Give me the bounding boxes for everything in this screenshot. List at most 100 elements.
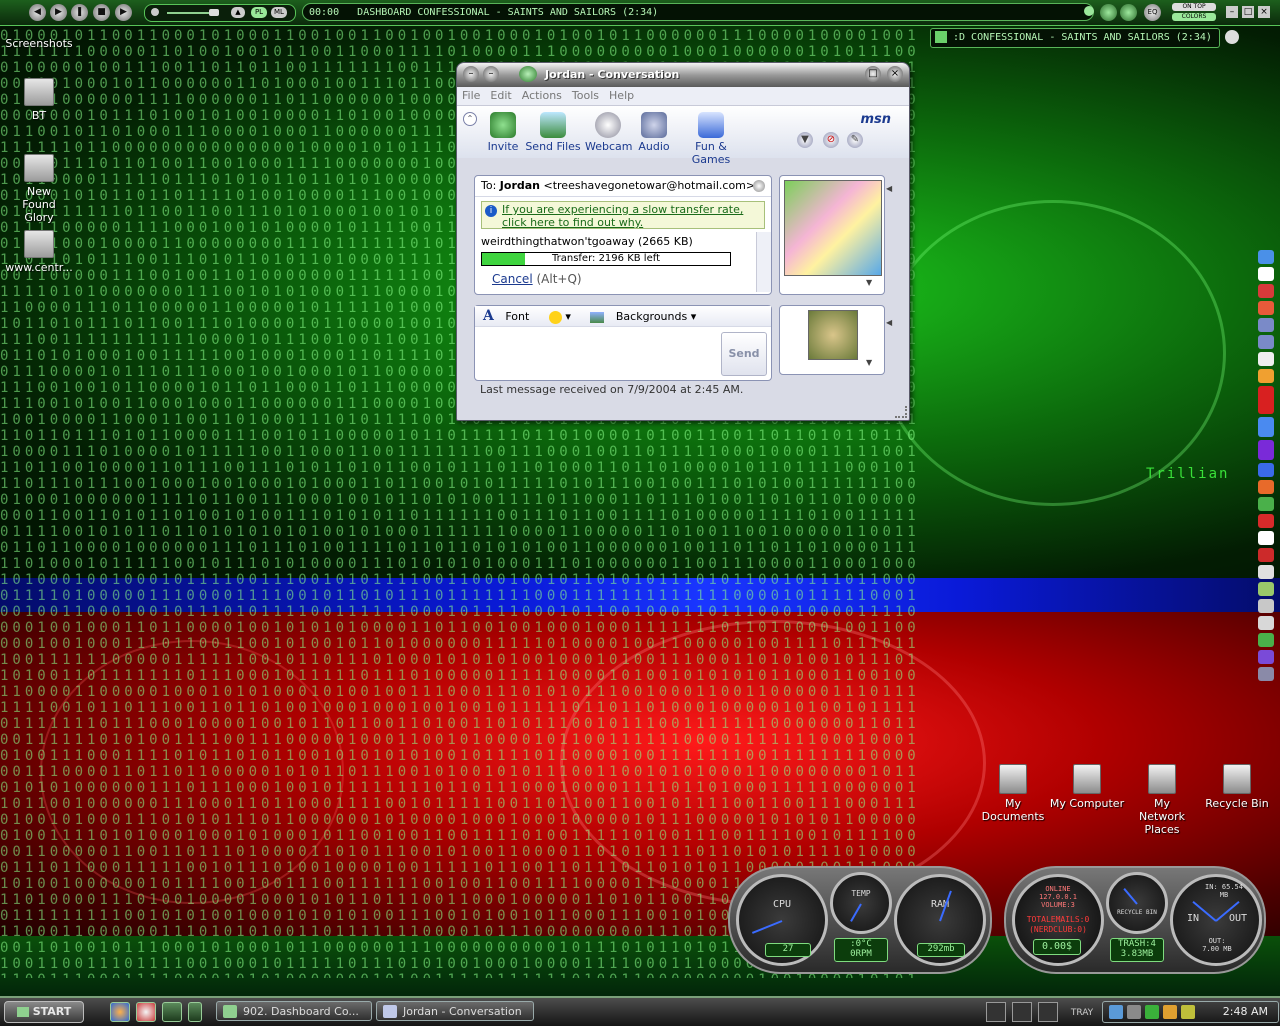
desktop-icon-my-network-places[interactable]: My Network Places xyxy=(1123,764,1201,836)
clock[interactable]: 2:48 AM xyxy=(1223,1002,1268,1022)
app-icon[interactable] xyxy=(1258,531,1274,545)
volume-icon[interactable] xyxy=(1127,1005,1141,1019)
quicklaunch-icon[interactable] xyxy=(162,1002,182,1022)
close-icon[interactable]: × xyxy=(1258,6,1270,18)
emoticon-button[interactable]: ▾ xyxy=(541,307,571,327)
desktop-icon-my-computer[interactable]: My Computer xyxy=(1048,764,1126,810)
window-menu-icon[interactable]: – xyxy=(463,66,479,82)
app-icon[interactable] xyxy=(1258,352,1274,366)
task-msn-conversation[interactable]: Jordan - Conversation xyxy=(376,1001,534,1021)
contact-card-icon[interactable] xyxy=(753,180,765,192)
repeat-icon[interactable] xyxy=(1120,4,1137,21)
firefox-icon[interactable] xyxy=(110,1002,130,1022)
track-display[interactable]: 00:00 DASHBOARD CONFESSIONAL - SAINTS AN… xyxy=(302,3,1094,21)
mini-player[interactable]: :D CONFESSIONAL - SAINTS AND SAILORS (2:… xyxy=(930,28,1239,48)
invite-button[interactable]: Invite xyxy=(483,112,523,153)
trillian-tray-icon[interactable] xyxy=(1163,1005,1177,1019)
colors-button[interactable]: COLORS xyxy=(1172,13,1216,21)
app-icon[interactable] xyxy=(1258,650,1274,664)
stop-icon[interactable]: ■ xyxy=(93,4,110,21)
contact-display-picture[interactable] xyxy=(784,180,882,276)
audio-button[interactable]: Audio xyxy=(637,112,671,153)
desktop-icon-recycle-bin[interactable]: Recycle Bin xyxy=(1198,764,1276,810)
minimize-icon[interactable]: – xyxy=(483,66,499,82)
app-icon[interactable] xyxy=(1258,386,1274,414)
media-library-button[interactable]: ML xyxy=(271,7,287,18)
app-icon[interactable] xyxy=(1258,667,1274,681)
app-icon[interactable] xyxy=(1258,497,1274,511)
maximize-icon[interactable]: □ xyxy=(865,66,881,82)
conversation-scrollbar[interactable] xyxy=(756,232,771,292)
send-files-button[interactable]: Send Files xyxy=(525,112,581,153)
app-icon[interactable] xyxy=(1258,463,1274,477)
network-icon[interactable] xyxy=(1109,1005,1123,1019)
pen-icon[interactable]: ✎ xyxy=(847,132,863,148)
pen-icon[interactable] xyxy=(986,1002,1006,1022)
app-icon[interactable] xyxy=(1258,284,1274,298)
previous-icon[interactable]: ◀ xyxy=(29,4,46,21)
slow-transfer-link[interactable]: If you are experiencing a slow transfer … xyxy=(502,203,743,229)
pause-icon[interactable]: ❚ xyxy=(71,4,88,21)
monitor-icon[interactable] xyxy=(1012,1002,1032,1022)
app-icon[interactable] xyxy=(1258,616,1274,630)
menu-icon[interactable] xyxy=(1225,30,1239,44)
task-winamp[interactable]: 902. Dashboard Co... xyxy=(216,1001,372,1021)
app-icon[interactable] xyxy=(1258,301,1274,315)
window-icon[interactable] xyxy=(1038,1002,1058,1022)
desktop-icon-new-found-glory[interactable]: New Found Glory xyxy=(0,154,78,224)
app-icon[interactable] xyxy=(1258,548,1274,562)
pencil-tray-icon[interactable] xyxy=(1181,1005,1195,1019)
next-icon[interactable]: ▶ xyxy=(115,4,132,21)
font-button[interactable]: A Font xyxy=(483,306,529,327)
shuffle-icon[interactable] xyxy=(1100,4,1117,21)
collapse-icon[interactable]: ◀ xyxy=(886,318,892,327)
app-icon[interactable] xyxy=(1258,417,1274,437)
seek-knob[interactable] xyxy=(1084,6,1094,16)
volume-thumb[interactable] xyxy=(209,9,219,16)
quicklaunch-more-icon[interactable] xyxy=(188,1002,202,1022)
app-icon[interactable] xyxy=(1258,369,1274,383)
eq-button[interactable]: EQ xyxy=(1144,4,1161,21)
desktop-icon-my-documents[interactable]: My Documents xyxy=(974,764,1052,823)
app-icon[interactable] xyxy=(1258,514,1274,528)
close-icon[interactable]: × xyxy=(887,66,903,82)
playlist-button[interactable]: PL xyxy=(251,7,267,18)
toolbar-toggle-icon[interactable]: ⌃ xyxy=(463,112,477,126)
app-icon[interactable] xyxy=(1258,565,1274,579)
chevron-down-icon[interactable]: ▼ xyxy=(797,132,813,148)
my-display-picture[interactable] xyxy=(808,310,858,360)
maximize-icon[interactable]: □ xyxy=(1242,6,1254,18)
app-icon[interactable] xyxy=(1258,250,1274,264)
desktop-icon-bt[interactable]: BT xyxy=(0,78,78,122)
menu-edit[interactable]: Edit xyxy=(485,87,516,104)
app-icon[interactable] xyxy=(1258,582,1274,596)
collapse-icon[interactable]: ◀ xyxy=(886,184,892,193)
on-top-button[interactable]: ON TOP xyxy=(1172,3,1216,11)
minimize-icon[interactable]: – xyxy=(1226,6,1238,18)
chevron-down-icon[interactable]: ▼ xyxy=(866,358,872,367)
app-icon[interactable] xyxy=(1258,335,1274,349)
cancel-link[interactable]: Cancel xyxy=(492,272,533,286)
app-launcher-icon[interactable] xyxy=(136,1002,156,1022)
menu-actions[interactable]: Actions xyxy=(517,87,567,104)
app-icon[interactable] xyxy=(1258,267,1274,281)
msn-tray-icon[interactable] xyxy=(1145,1005,1159,1019)
backgrounds-button[interactable]: Backgrounds ▾ xyxy=(582,307,696,327)
resize-grip[interactable] xyxy=(895,406,907,418)
menu-tools[interactable]: Tools xyxy=(567,87,604,104)
send-button[interactable]: Send xyxy=(721,332,767,376)
block-icon[interactable]: ⊘ xyxy=(823,132,839,148)
play-icon[interactable]: ▶ xyxy=(50,4,67,21)
app-icon[interactable] xyxy=(1258,599,1274,613)
desktop-icon-www[interactable]: www.centr... xyxy=(0,230,78,274)
desktop-icon-screenshots[interactable]: Screenshots xyxy=(0,37,78,50)
start-button[interactable]: START xyxy=(4,1001,84,1023)
chevron-down-icon[interactable]: ▼ xyxy=(866,278,872,287)
app-icon[interactable] xyxy=(1258,440,1274,460)
app-icon[interactable] xyxy=(1258,318,1274,332)
volume-slider[interactable]: ▲ PL ML xyxy=(144,4,296,22)
eject-icon[interactable]: ▲ xyxy=(231,7,245,18)
menu-file[interactable]: File xyxy=(457,87,485,104)
app-icon[interactable] xyxy=(1258,480,1274,494)
msn-title-bar[interactable]: – – Jordan - Conversation □ × xyxy=(457,63,909,87)
